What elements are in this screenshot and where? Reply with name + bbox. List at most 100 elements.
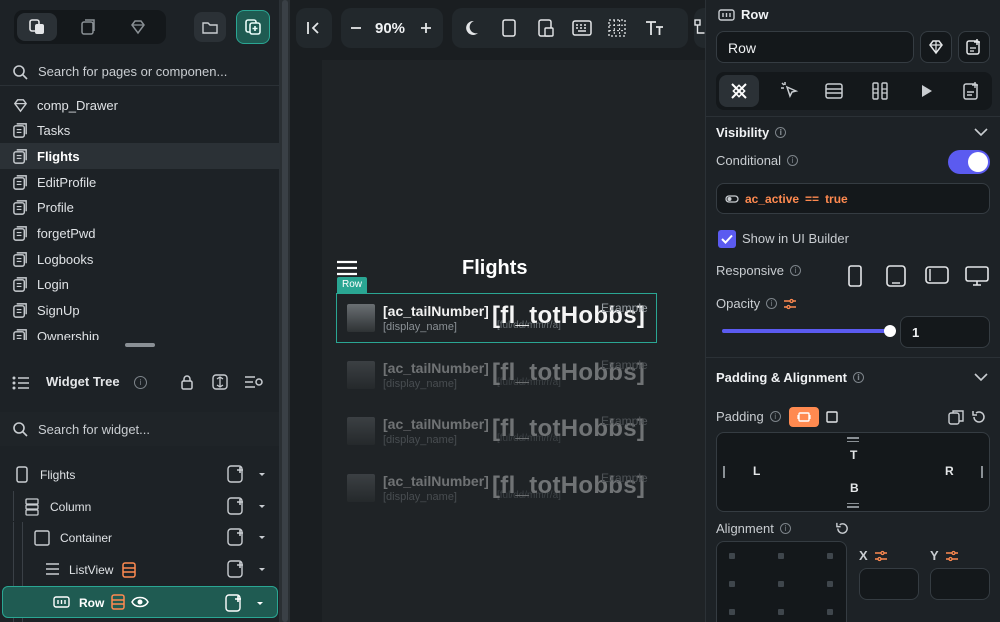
add-child-icon[interactable] bbox=[227, 465, 245, 483]
canvas-toolbar: 90% bbox=[296, 8, 705, 48]
keyboard-icon[interactable] bbox=[572, 20, 592, 36]
reset-icon[interactable] bbox=[971, 409, 987, 425]
adjust-icon[interactable] bbox=[874, 549, 888, 563]
phone-icon[interactable] bbox=[502, 19, 516, 37]
padding-left-value[interactable]: L bbox=[753, 464, 760, 478]
tree-item-column[interactable]: Column bbox=[0, 491, 279, 521]
left-panel-scrollbar[interactable] bbox=[280, 0, 290, 622]
page-item[interactable]: Logbooks bbox=[0, 246, 279, 272]
page-item[interactable]: forgetPwd bbox=[0, 221, 279, 247]
align-x-input[interactable] bbox=[859, 568, 919, 600]
info-icon[interactable]: i bbox=[789, 265, 801, 276]
visibility-section-header[interactable]: Visibility i bbox=[716, 125, 787, 140]
page-item[interactable]: EditProfile bbox=[0, 169, 279, 195]
reset-icon[interactable] bbox=[835, 521, 850, 536]
padding-right-value[interactable]: R bbox=[945, 464, 954, 478]
tree-item-listview[interactable]: ListView bbox=[0, 554, 279, 584]
tree-item-flights[interactable]: Flights bbox=[0, 459, 279, 489]
phone-visibility-icon[interactable] bbox=[848, 265, 862, 287]
menu-icon[interactable] bbox=[336, 260, 358, 276]
zoom-in-icon[interactable] bbox=[419, 21, 433, 35]
info-icon[interactable]: i bbox=[769, 411, 781, 422]
convert-component-button[interactable] bbox=[920, 31, 952, 63]
copy-icon[interactable] bbox=[948, 409, 964, 425]
adjust-icon[interactable] bbox=[783, 297, 797, 311]
adjust-icon[interactable] bbox=[945, 549, 959, 563]
tab-actions[interactable] bbox=[769, 75, 809, 107]
tab-generate-children[interactable] bbox=[860, 75, 900, 107]
grid-icon[interactable] bbox=[608, 19, 626, 37]
tab-documentation[interactable] bbox=[952, 75, 990, 107]
info-icon[interactable]: i bbox=[852, 372, 864, 383]
padding-bottom-value[interactable]: B bbox=[850, 481, 859, 495]
collapse-left-icon[interactable] bbox=[306, 20, 322, 36]
panel-resize-handle[interactable] bbox=[0, 339, 279, 351]
tab-animations[interactable] bbox=[906, 75, 946, 107]
tree-item-container[interactable]: Container bbox=[0, 522, 279, 622]
info-icon[interactable]: i bbox=[134, 376, 147, 389]
expand-vertical-icon[interactable] bbox=[212, 374, 228, 390]
zoom-level[interactable]: 90% bbox=[375, 20, 405, 37]
generated-list-icon bbox=[122, 562, 136, 578]
page-item[interactable]: comp_Drawer bbox=[0, 92, 279, 118]
chevron-down-icon[interactable] bbox=[255, 598, 265, 608]
chevron-down-icon[interactable] bbox=[257, 469, 267, 479]
device-frame-icon[interactable] bbox=[538, 19, 554, 37]
visibility-label: Visibility bbox=[716, 125, 770, 140]
info-icon[interactable]: i bbox=[787, 155, 799, 166]
align-y-input[interactable] bbox=[930, 568, 990, 600]
tree-item-row-selected[interactable]: Row bbox=[2, 586, 278, 618]
tab-backend-query[interactable] bbox=[814, 75, 854, 107]
page-item[interactable]: Ownership bbox=[0, 323, 279, 340]
page-item[interactable]: SignUp bbox=[0, 298, 279, 324]
padding-top-value[interactable]: T bbox=[850, 448, 857, 462]
opacity-input[interactable]: 1 bbox=[900, 316, 990, 348]
add-child-icon[interactable] bbox=[227, 528, 245, 546]
padding-alignment-section-header[interactable]: Padding & Alignment i bbox=[716, 370, 864, 385]
add-child-icon[interactable] bbox=[227, 497, 245, 515]
chevron-down-icon[interactable] bbox=[974, 127, 988, 137]
conditional-toggle[interactable] bbox=[948, 150, 990, 174]
eye-icon[interactable] bbox=[131, 595, 149, 609]
page-item[interactable]: Login bbox=[0, 272, 279, 298]
info-icon[interactable]: i bbox=[775, 127, 787, 138]
chevron-down-icon[interactable] bbox=[257, 501, 267, 511]
widget-name-input[interactable]: Row bbox=[716, 31, 914, 63]
page-item[interactable]: Flights bbox=[0, 143, 279, 170]
zoom-out-icon[interactable] bbox=[349, 21, 363, 35]
padding-mode-single[interactable] bbox=[822, 407, 842, 427]
widget-info-button[interactable] bbox=[958, 31, 990, 63]
info-icon[interactable]: i bbox=[779, 523, 791, 534]
chevron-down-icon[interactable] bbox=[257, 564, 267, 574]
tab-properties[interactable] bbox=[719, 75, 759, 107]
widget-search[interactable]: Search for widget... bbox=[0, 412, 279, 446]
info-icon[interactable]: i bbox=[766, 298, 778, 309]
chevron-down-icon[interactable] bbox=[257, 532, 267, 542]
condition-field[interactable]: ac_active == true bbox=[716, 183, 990, 214]
widget-tree-title: Widget Tree bbox=[46, 374, 120, 389]
tablet-landscape-visibility-icon[interactable] bbox=[925, 266, 949, 284]
chevron-down-icon[interactable] bbox=[974, 372, 988, 382]
list-item[interactable]: [ac_tailNumber] [display_name] [ful/dd/m… bbox=[337, 294, 657, 344]
page-item[interactable]: Profile bbox=[0, 195, 279, 221]
list-item[interactable]: [ac_tailNumber] [display_name] [ful/dd/m… bbox=[337, 464, 657, 514]
padding-editor[interactable]: T L R B bbox=[716, 432, 990, 512]
filter-settings-icon[interactable] bbox=[244, 375, 264, 389]
row-selection-badge[interactable]: Row bbox=[337, 277, 368, 293]
dark-mode-icon[interactable] bbox=[462, 19, 480, 37]
text-scale-icon[interactable] bbox=[644, 19, 664, 37]
list-item[interactable]: [ac_tailNumber] [display_name] [ful/dd/m… bbox=[337, 407, 657, 457]
padding-mode-all[interactable] bbox=[789, 407, 819, 427]
connect-icon[interactable] bbox=[694, 18, 705, 38]
show-in-builder-checkbox[interactable] bbox=[718, 230, 736, 248]
alignment-grid[interactable] bbox=[716, 541, 847, 622]
tablet-visibility-icon[interactable] bbox=[886, 265, 906, 287]
opacity-slider-knob[interactable] bbox=[884, 325, 896, 337]
lock-icon[interactable] bbox=[180, 374, 194, 390]
desktop-visibility-icon[interactable] bbox=[965, 266, 989, 286]
add-child-icon[interactable] bbox=[225, 594, 243, 612]
list-item[interactable]: [ac_tailNumber] [display_name] [ful/dd/m… bbox=[337, 351, 657, 401]
add-child-icon[interactable] bbox=[227, 560, 245, 578]
page-item[interactable]: Tasks bbox=[0, 118, 279, 144]
phone-icon bbox=[16, 466, 28, 483]
